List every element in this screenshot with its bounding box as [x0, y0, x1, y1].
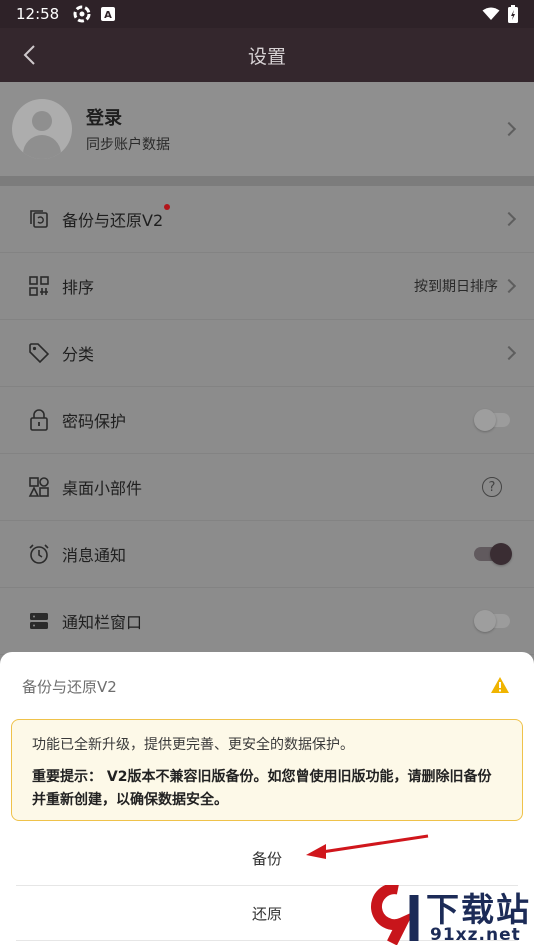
back-button[interactable]	[12, 38, 46, 72]
upgrade-notice: 功能已全新升级，提供更完善、更安全的数据保护。 重要提示： V2版本不兼容旧版备…	[11, 719, 523, 821]
a-app-icon: A	[101, 7, 116, 21]
page-title: 设置	[247, 45, 286, 68]
settings-item-password[interactable]: 密码保护	[0, 387, 534, 454]
settings-item-label: 分类	[62, 345, 95, 364]
settings-item-label: 通知栏窗口	[62, 613, 143, 632]
settings-item-backup-restore[interactable]: 备份与还原V2	[0, 186, 534, 253]
avatar	[12, 99, 72, 159]
toggle-knob	[474, 409, 496, 431]
watermark-brand: 下载站	[426, 890, 531, 929]
settings-item-notifications[interactable]: 消息通知	[0, 521, 534, 588]
settings-item-label: 排序	[62, 278, 95, 297]
settings-item-widgets[interactable]: 桌面小部件 ?	[0, 454, 534, 521]
chevron-right-icon	[501, 211, 517, 227]
status-right-icons	[482, 5, 518, 23]
backup-restore-icon	[28, 208, 50, 230]
svg-text:A: A	[104, 10, 112, 21]
help-icon[interactable]: ?	[482, 477, 502, 497]
sort-grid-icon	[28, 275, 50, 297]
notification-toggle[interactable]	[474, 543, 512, 565]
toggle-knob	[474, 610, 496, 632]
status-bar: 12:58 A	[0, 0, 534, 28]
login-row[interactable]: 登录 同步账户数据	[0, 82, 534, 176]
section-divider	[0, 176, 534, 186]
warning-icon[interactable]	[490, 676, 510, 698]
watermark-logo-icon	[371, 885, 419, 945]
lock-icon	[28, 409, 50, 431]
tag-icon	[28, 342, 50, 364]
widgets-icon	[28, 476, 50, 498]
alarm-clock-icon	[28, 543, 50, 565]
watermark-domain: 91xz.net	[430, 925, 521, 945]
chevron-right-icon	[501, 278, 517, 294]
settings-item-label: 备份与还原V2	[62, 204, 171, 231]
password-toggle[interactable]	[474, 409, 510, 431]
settings-item-label: 密码保护	[62, 412, 127, 431]
backup-restore-label: 备份与还原V2	[62, 211, 164, 230]
chevron-right-icon	[501, 121, 517, 137]
back-arrow-icon	[23, 45, 35, 65]
settings-item-label: 桌面小部件	[62, 479, 143, 498]
avatar-head-shape	[32, 111, 52, 131]
status-notification-icons: A	[73, 5, 116, 23]
app-bar: 设置	[0, 28, 534, 82]
avatar-body-shape	[23, 135, 61, 159]
status-time: 12:58	[16, 5, 60, 23]
red-pointer-arrow-icon	[306, 834, 429, 859]
notification-panel-toggle[interactable]	[474, 610, 510, 632]
site-watermark: 下载站 91xz.net	[368, 883, 534, 950]
login-title: 登录	[86, 108, 122, 129]
notification-panel-icon	[28, 610, 50, 632]
chevron-right-icon	[501, 345, 517, 361]
sort-value: 按到期日排序	[414, 279, 498, 295]
notice-line-1: 功能已全新升级，提供更完善、更安全的数据保护。	[32, 737, 354, 753]
settings-item-category[interactable]: 分类	[0, 320, 534, 387]
new-badge-dot	[164, 204, 171, 210]
wifi-icon	[482, 7, 500, 20]
login-text: 登录 同步账户数据	[86, 104, 170, 154]
settings-item-label: 消息通知	[62, 546, 127, 565]
settings-item-notification-panel[interactable]: 通知栏窗口	[0, 588, 534, 655]
sheet-title: 备份与还原V2	[22, 678, 117, 696]
notice-important: 重要提示： V2版本不兼容旧版备份。如您曾使用旧版功能，请删除旧备份并重新创建，…	[32, 769, 492, 808]
toggle-knob	[490, 543, 512, 565]
backup-button[interactable]: 备份	[16, 832, 518, 886]
settings-app-icon	[73, 5, 91, 23]
settings-item-sort[interactable]: 排序 按到期日排序	[0, 253, 534, 320]
battery-charging-icon	[508, 5, 518, 23]
login-subtitle: 同步账户数据	[86, 137, 170, 153]
